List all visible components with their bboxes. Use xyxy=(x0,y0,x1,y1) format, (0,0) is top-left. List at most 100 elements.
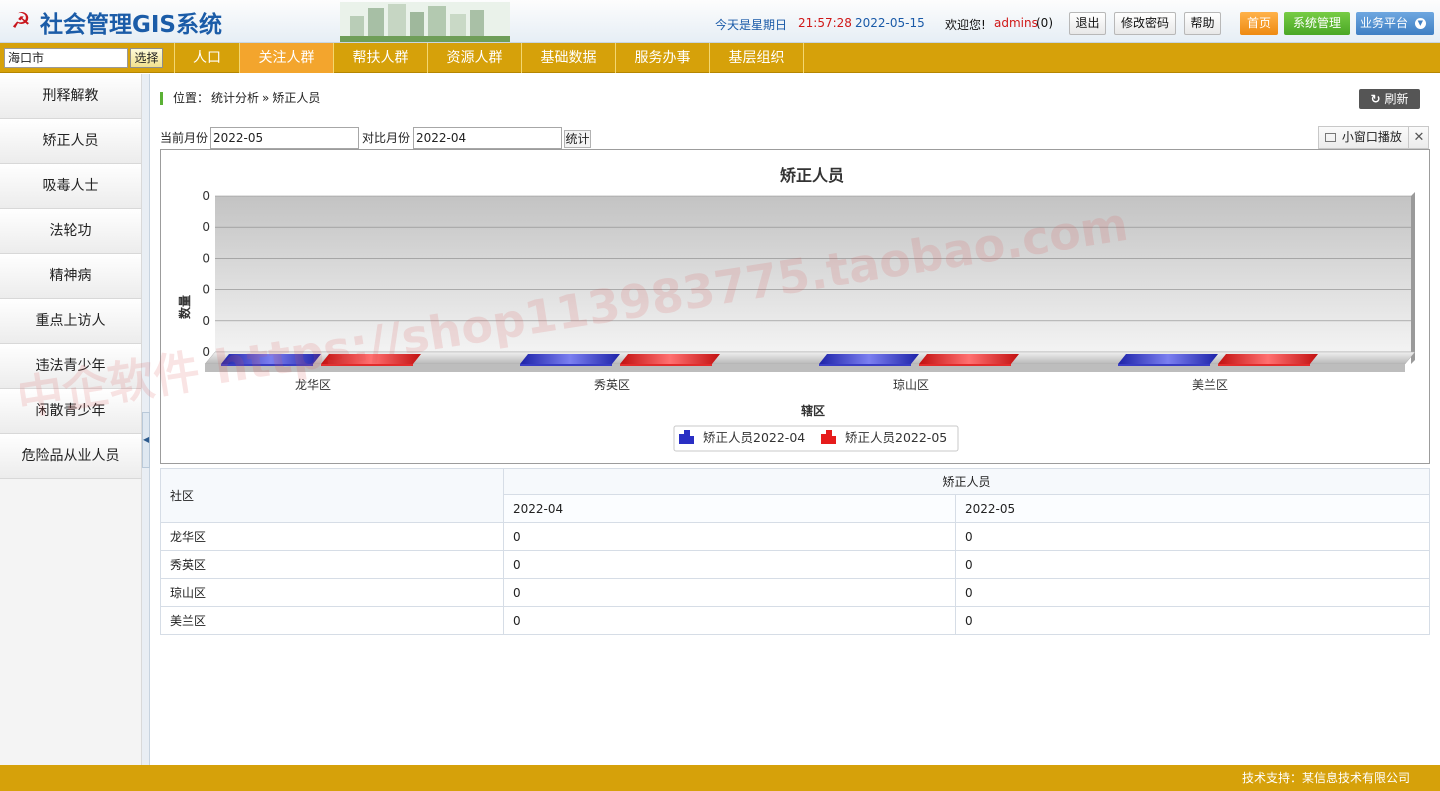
tab-services[interactable]: 服务办事 xyxy=(616,43,710,73)
refresh-label: 刷新 xyxy=(1384,92,1409,106)
row-name: 美兰区 xyxy=(160,606,504,635)
legend-label: 矫正人员2022-04 xyxy=(703,430,805,445)
breadcrumb-current: 矫正人员 xyxy=(272,91,321,105)
business-platform-label: 业务平台 xyxy=(1360,16,1409,30)
app-logo: ☭ 社会管理GIS系统 xyxy=(8,8,223,38)
footer: 技术支持：某信息技术有限公司 xyxy=(0,765,1440,791)
sidebar-item-drug-users[interactable]: 吸毒人士 xyxy=(0,164,141,209)
y-tick-label: 0 xyxy=(202,345,210,359)
x-tick-label: 美兰区 xyxy=(1192,378,1228,392)
breadcrumb-separator: » xyxy=(262,91,270,105)
app-title: 社会管理GIS系统 xyxy=(40,12,223,38)
change-password-button[interactable]: 修改密码 xyxy=(1114,12,1176,35)
bar-chart: 矫正人员 0 0 0 0 0 0 龙华区 秀英区 琼山区 美兰区 数量 辖区 矫正人员2022-0… xyxy=(177,166,1416,452)
city-select-button[interactable]: 选择 xyxy=(130,48,163,68)
y-tick-label: 0 xyxy=(202,189,210,203)
row-value: 0 xyxy=(503,550,956,579)
table-row: 秀英区 0 0 xyxy=(160,550,1430,579)
bar-2-0 xyxy=(819,354,919,366)
breadcrumb: 位置： 统计分析 » 矫正人员 xyxy=(160,90,320,106)
sidebar-item-falungong[interactable]: 法轮功 xyxy=(0,209,141,254)
row-name: 琼山区 xyxy=(160,578,504,607)
help-button[interactable]: 帮助 xyxy=(1184,12,1221,35)
sidebar-item-released-prisoners[interactable]: 刑释解教 xyxy=(0,74,141,119)
table-row: 美兰区 0 0 xyxy=(160,606,1430,635)
tab-grassroots[interactable]: 基层组织 xyxy=(710,43,804,73)
refresh-button[interactable]: ↻ 刷新 xyxy=(1359,89,1420,109)
row-value: 0 xyxy=(955,578,1430,607)
logout-button[interactable]: 退出 xyxy=(1069,12,1106,35)
chart-title: 矫正人员 xyxy=(780,166,844,185)
city-buildings-icon xyxy=(340,2,510,42)
row-value: 0 xyxy=(503,522,956,551)
business-platform-button[interactable]: 业务平台 ▼ xyxy=(1356,12,1434,35)
sidebar: 刑释解教 矫正人员 吸毒人士 法轮功 精神病 重点上访人 违法青少年 闲散青少年… xyxy=(0,74,142,765)
tab-resource-groups[interactable]: 资源人群 xyxy=(428,43,522,73)
bar-3-1 xyxy=(1218,354,1318,366)
sidebar-item-petitioners[interactable]: 重点上访人 xyxy=(0,299,141,344)
breadcrumb-path: 统计分析 xyxy=(211,91,260,105)
y-tick-label: 0 xyxy=(202,220,210,234)
dropdown-circle-icon: ▼ xyxy=(1414,18,1426,29)
x-tick-label: 琼山区 xyxy=(893,377,929,392)
tab-population[interactable]: 人口 xyxy=(174,43,240,73)
current-month-input[interactable]: 2022-05 xyxy=(210,127,359,149)
main-nav: 海口市 选择 人口 关注人群 帮扶人群 资源人群 基础数据 服务办事 基层组织 xyxy=(0,43,1440,73)
bar-2-1 xyxy=(919,354,1019,366)
current-date: 2022-05-15 xyxy=(855,16,925,30)
x-tick-label: 秀英区 xyxy=(594,378,630,392)
row-value: 0 xyxy=(503,606,956,635)
group-header-corrections: 矫正人员 xyxy=(503,468,1430,495)
stats-table: 社区 矫正人员 2022-04 2022-05 龙华区 0 0 秀英区 0 0 … xyxy=(160,468,1430,635)
row-value: 0 xyxy=(955,606,1430,635)
tab-assistance-groups[interactable]: 帮扶人群 xyxy=(334,43,428,73)
x-axis-label: 辖区 xyxy=(801,403,825,418)
bar-1-0 xyxy=(520,354,620,366)
table-row: 琼山区 0 0 xyxy=(160,578,1430,607)
system-admin-button[interactable]: 系统管理 xyxy=(1284,12,1350,35)
city-input[interactable]: 海口市 xyxy=(4,48,128,68)
tv-icon xyxy=(1325,133,1336,142)
compare-month-input[interactable]: 2022-04 xyxy=(413,127,562,149)
table-row: 龙华区 0 0 xyxy=(160,522,1430,551)
breadcrumb-label: 位置： xyxy=(173,91,210,105)
tab-basic-data[interactable]: 基础数据 xyxy=(522,43,616,73)
weekday-text: 今天是星期日 xyxy=(715,18,788,32)
top-header: ☭ 社会管理GIS系统 今天是星期日 21:57:28 2022-05-15 欢… xyxy=(0,0,1440,43)
collapse-sidebar-icon[interactable]: ◀ xyxy=(142,412,150,468)
plot-background xyxy=(215,196,1411,352)
month-header-2: 2022-05 xyxy=(955,494,1430,523)
y-tick-label: 0 xyxy=(202,283,210,297)
row-name: 龙华区 xyxy=(160,522,504,551)
footer-support-text: 技术支持：某信息技术有限公司 xyxy=(1242,771,1411,785)
bar-1-1 xyxy=(620,354,720,366)
y-tick-label: 0 xyxy=(202,251,210,265)
sidebar-item-hazmat-workers[interactable]: 危险品从业人员 xyxy=(0,434,141,479)
sidebar-item-delinquent-youth[interactable]: 违法青少年 xyxy=(0,344,141,389)
current-month-label: 当前月份 xyxy=(160,131,209,145)
sidebar-item-corrections[interactable]: 矫正人员 xyxy=(0,119,141,164)
y-axis-label: 数量 xyxy=(177,295,192,319)
sidebar-item-idle-youth[interactable]: 闲散青少年 xyxy=(0,389,141,434)
message-count[interactable]: (0) xyxy=(1036,16,1053,30)
chart-panel: 矫正人员 0 0 0 0 0 0 龙华区 秀英区 琼山区 美兰区 数量 辖区 矫正人员2022-0… xyxy=(160,149,1430,464)
stat-button[interactable]: 统计 xyxy=(564,130,591,148)
tab-focus-groups[interactable]: 关注人群 xyxy=(240,43,334,73)
home-button[interactable]: 首页 xyxy=(1240,12,1278,35)
user-name[interactable]: admins xyxy=(994,16,1038,30)
x-tick-label: 龙华区 xyxy=(295,378,331,392)
row-value: 0 xyxy=(955,522,1430,551)
close-icon[interactable]: ✕ xyxy=(1408,127,1429,148)
y-tick-label: 0 xyxy=(202,314,210,328)
compare-month-label: 对比月份 xyxy=(362,131,411,145)
month-header-1: 2022-04 xyxy=(503,494,956,523)
popout-play-button[interactable]: 小窗口播放 xyxy=(1342,130,1402,144)
bar-3-0 xyxy=(1118,354,1218,366)
clock-time: 21:57:28 xyxy=(798,16,852,30)
row-value: 0 xyxy=(503,578,956,607)
row-name: 秀英区 xyxy=(160,550,504,579)
welcome-text: 欢迎您! xyxy=(945,18,986,32)
popout-bar: 小窗口播放 ✕ xyxy=(1318,126,1429,149)
sidebar-item-mental-illness[interactable]: 精神病 xyxy=(0,254,141,299)
hammer-sickle-icon: ☭ xyxy=(11,9,31,34)
